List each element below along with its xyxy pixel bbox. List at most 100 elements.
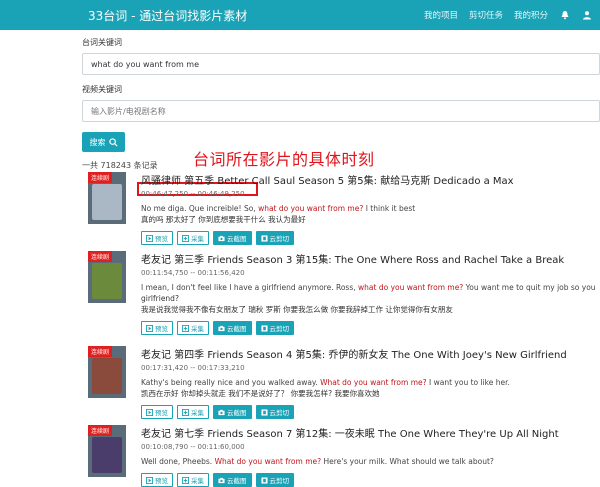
collect-button[interactable]: 采集 bbox=[177, 231, 209, 245]
translation-before: 凯西在示好 你却掉头就走 我们不是说好了？ bbox=[141, 389, 291, 398]
result-body: 老友记 第四季 Friends Season 4 第5集: 乔伊的新女友 The… bbox=[141, 346, 596, 419]
translation-highlight: 你要我怎么做 bbox=[283, 305, 329, 314]
preview-button[interactable]: 预览 bbox=[141, 473, 173, 487]
nav-my-projects[interactable]: 我的项目 bbox=[424, 9, 458, 21]
site-title[interactable]: 33台词 - 通过台词找影片素材 bbox=[88, 7, 247, 24]
result-timestamp: 00:11:54,750 -- 00:11:56,420 bbox=[141, 269, 245, 277]
line-before: No me diga. Que increible! So, bbox=[141, 204, 259, 213]
screenshot-button[interactable]: 云截图 bbox=[213, 405, 252, 419]
camera-icon bbox=[218, 409, 225, 416]
search-button[interactable]: 搜索 bbox=[82, 132, 125, 152]
cloud-cut-button[interactable]: 云剪切 bbox=[255, 405, 294, 419]
search-button-label: 搜索 bbox=[89, 137, 106, 147]
collect-label: 采集 bbox=[191, 409, 204, 417]
play-icon bbox=[146, 408, 153, 416]
cloud-cut-button[interactable]: 云剪切 bbox=[255, 231, 294, 245]
collect-label: 采集 bbox=[191, 477, 204, 485]
result-thumbnail[interactable]: 连续剧 bbox=[88, 425, 126, 477]
video-label: 视频关键词 bbox=[82, 85, 122, 94]
result-body: 老友记 第七季 Friends Season 7 第12集: 一夜未眠 The … bbox=[141, 425, 596, 487]
poster-image bbox=[92, 184, 122, 220]
cloud-cut-button[interactable]: 云剪切 bbox=[255, 321, 294, 335]
line-after: I think it best bbox=[363, 204, 416, 213]
cloud-cut-label: 云剪切 bbox=[269, 325, 290, 333]
play-icon bbox=[146, 234, 153, 242]
nav-my-points[interactable]: 我的积分 bbox=[514, 9, 548, 21]
cloud-cut-label: 云剪切 bbox=[269, 235, 290, 243]
screenshot-label: 云截图 bbox=[227, 409, 247, 417]
film-icon bbox=[260, 234, 268, 242]
camera-icon bbox=[218, 325, 225, 332]
translation-after: 我认为最好 bbox=[265, 215, 306, 224]
cloud-cut-button[interactable]: 云剪切 bbox=[255, 473, 294, 487]
preview-label: 预览 bbox=[155, 409, 168, 417]
result-translation: 真的吗 那太好了 你到底想要我干什么 我认为最好 bbox=[141, 214, 596, 225]
bell-icon[interactable] bbox=[559, 10, 570, 21]
annotation-text: 台词所在影片的具体时刻 bbox=[193, 150, 375, 169]
nav-cut-tasks[interactable]: 剪切任务 bbox=[469, 9, 503, 21]
keyword-label: 台词关键词 bbox=[82, 38, 122, 47]
nav-links: 我的项目 剪切任务 我的积分 bbox=[424, 9, 592, 21]
cloud-cut-label: 云剪切 bbox=[269, 409, 290, 417]
screenshot-label: 云截图 bbox=[227, 325, 247, 333]
result-title[interactable]: 风骚律师 第五季 Better Call Saul Season 5 第5集: … bbox=[141, 172, 596, 187]
line-highlight: what do you want from me? bbox=[258, 204, 364, 213]
line-after: You want me to quit my job so you can fe… bbox=[465, 283, 596, 292]
preview-button[interactable]: 预览 bbox=[141, 405, 173, 419]
result-actions: 预览 采集 云截图 云剪切 bbox=[141, 473, 596, 487]
preview-button[interactable]: 预览 bbox=[141, 321, 173, 335]
result-thumbnail[interactable]: 连续剧 bbox=[88, 346, 126, 398]
translation-highlight: 你要我怎样? bbox=[290, 389, 333, 398]
collect-icon bbox=[182, 476, 189, 484]
translation-after: 你要我辞掉工作 让你觉得你有女朋友 bbox=[328, 305, 453, 314]
play-icon bbox=[146, 476, 153, 484]
result-line-continued: girlfriend? bbox=[141, 294, 179, 303]
top-navbar: 33台词 - 通过台词找影片素材 我的项目 剪切任务 我的积分 bbox=[0, 0, 600, 30]
screenshot-label: 云截图 bbox=[227, 477, 247, 485]
line-highlight: What do you want from me? bbox=[320, 378, 427, 387]
result-actions: 预览 采集 云截图 云剪切 bbox=[141, 231, 596, 245]
result-actions: 预览 采集 云截图 云剪切 bbox=[141, 321, 596, 335]
poster-image bbox=[92, 358, 122, 394]
video-input[interactable]: 输入影片/电视剧名称 bbox=[82, 100, 600, 122]
result-title[interactable]: 老友记 第七季 Friends Season 7 第12集: 一夜未眠 The … bbox=[141, 425, 596, 440]
play-icon bbox=[146, 324, 153, 332]
preview-button[interactable]: 预览 bbox=[141, 231, 173, 245]
result-timestamp: 00:10:08,790 -- 00:11:60,000 bbox=[141, 443, 245, 451]
film-icon bbox=[260, 476, 268, 484]
poster-image bbox=[92, 437, 122, 473]
line-after: Here's your milk. What should we talk ab… bbox=[321, 457, 494, 466]
screenshot-button[interactable]: 云截图 bbox=[213, 231, 252, 245]
line-before: I mean, I don't feel like I have a girlf… bbox=[141, 283, 359, 292]
user-icon[interactable] bbox=[581, 10, 592, 21]
series-badge: 连续剧 bbox=[88, 251, 113, 262]
camera-icon bbox=[218, 477, 225, 484]
collect-button[interactable]: 采集 bbox=[177, 405, 209, 419]
camera-icon bbox=[218, 235, 225, 242]
preview-label: 预览 bbox=[155, 477, 168, 485]
search-icon bbox=[108, 137, 118, 147]
screenshot-button[interactable]: 云截图 bbox=[213, 321, 252, 335]
result-title[interactable]: 老友记 第三季 Friends Season 3 第15集: The One W… bbox=[141, 251, 596, 266]
translation-before: 我是说我觉得我不像有女朋友了 瑞秋 罗斯 bbox=[141, 305, 284, 314]
result-thumbnail[interactable]: 连续剧 bbox=[88, 172, 126, 224]
series-badge: 连续剧 bbox=[88, 172, 113, 183]
cloud-cut-label: 云剪切 bbox=[269, 477, 290, 485]
result-line: Kathy's being really nice and you walked… bbox=[141, 377, 596, 388]
line-before: Kathy's being really nice and you walked… bbox=[141, 378, 321, 387]
line-highlight: what do you want from me? bbox=[358, 283, 464, 292]
collect-label: 采集 bbox=[191, 235, 204, 243]
preview-label: 预览 bbox=[155, 235, 168, 243]
result-translation: 我是说我觉得我不像有女朋友了 瑞秋 罗斯 你要我怎么做 你要我辞掉工作 让你觉得… bbox=[141, 304, 596, 315]
result-title[interactable]: 老友记 第四季 Friends Season 4 第5集: 乔伊的新女友 The… bbox=[141, 346, 596, 361]
screenshot-button[interactable]: 云截图 bbox=[213, 473, 252, 487]
screenshot-label: 云截图 bbox=[227, 235, 247, 243]
translation-after: 我要你喜欢她 bbox=[332, 389, 380, 398]
keyword-input[interactable]: what do you want from me bbox=[82, 53, 600, 75]
film-icon bbox=[260, 408, 268, 416]
result-timestamp: 00:17:31,420 -- 00:17:33,210 bbox=[141, 364, 245, 372]
collect-button[interactable]: 采集 bbox=[177, 473, 209, 487]
result-thumbnail[interactable]: 连续剧 bbox=[88, 251, 126, 303]
collect-button[interactable]: 采集 bbox=[177, 321, 209, 335]
result-line: I mean, I don't feel like I have a girlf… bbox=[141, 282, 596, 293]
